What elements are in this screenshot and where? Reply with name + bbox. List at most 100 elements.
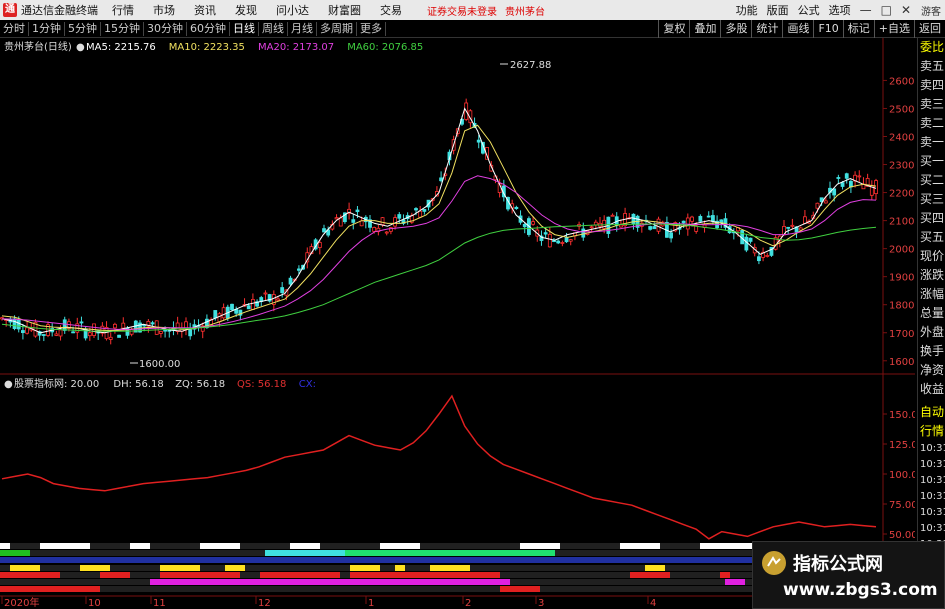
y-tick-label: 2500 bbox=[889, 104, 914, 115]
period-monthly[interactable]: 月线 bbox=[288, 21, 317, 36]
side-item[interactable]: 换手 bbox=[918, 342, 945, 361]
maximize-icon[interactable]: □ bbox=[881, 3, 892, 17]
signal-strip-segment bbox=[0, 586, 100, 592]
period-weekly[interactable]: 周线 bbox=[259, 21, 288, 36]
menu-item-options[interactable]: 选项 bbox=[829, 2, 851, 18]
period-daily[interactable]: 日线 bbox=[230, 21, 259, 36]
ma-settings-icon[interactable]: ● bbox=[76, 42, 85, 53]
side-bottom-item[interactable]: 自动 bbox=[918, 403, 945, 422]
sub-param: QS: 56.18 bbox=[237, 379, 286, 390]
signal-strip-segment bbox=[500, 586, 540, 592]
side-item[interactable]: 外盘 bbox=[918, 323, 945, 342]
menu-item-layout[interactable]: 版面 bbox=[767, 2, 789, 18]
candle-body bbox=[150, 322, 155, 325]
candle-body bbox=[322, 228, 326, 233]
signal-strip-segment bbox=[150, 579, 510, 585]
x-tick-label: 1 bbox=[368, 598, 374, 609]
side-item[interactable]: 涨幅 bbox=[918, 285, 945, 304]
side-item[interactable]: 净资 bbox=[918, 361, 945, 380]
candle-body bbox=[832, 188, 837, 196]
candle-body bbox=[619, 224, 623, 228]
menu-item-discover[interactable]: 发现 bbox=[235, 2, 257, 18]
candle-body bbox=[297, 268, 301, 271]
side-item[interactable]: 现价 bbox=[918, 247, 945, 266]
side-item[interactable]: 买五 bbox=[918, 228, 945, 247]
tool-overlay[interactable]: 叠加 bbox=[689, 20, 720, 38]
period-tick[interactable]: 分时 bbox=[0, 21, 29, 36]
period-60min[interactable]: 60分钟 bbox=[187, 21, 230, 36]
signal-strip-segment bbox=[160, 565, 200, 571]
side-item[interactable]: 买二 bbox=[918, 171, 945, 190]
signal-strip-segment bbox=[380, 543, 420, 549]
indicator-settings-icon[interactable]: ● bbox=[4, 379, 13, 390]
period-multi[interactable]: 多周期 bbox=[317, 21, 357, 36]
minimize-icon[interactable]: — bbox=[860, 3, 872, 17]
tool-multi-stock[interactable]: 多股 bbox=[720, 20, 751, 38]
menu-item-ask[interactable]: 问小达 bbox=[276, 2, 309, 18]
side-item[interactable]: 卖二 bbox=[918, 114, 945, 133]
tool-back[interactable]: 返回 bbox=[914, 20, 945, 38]
candle-body bbox=[334, 217, 339, 220]
side-item[interactable]: 卖三 bbox=[918, 95, 945, 114]
period-15min[interactable]: 15分钟 bbox=[101, 21, 144, 36]
menu-item-formula[interactable]: 公式 bbox=[798, 2, 820, 18]
candle-body bbox=[62, 319, 67, 331]
candle-body bbox=[589, 226, 594, 229]
side-bottom-item[interactable]: 行情 bbox=[918, 422, 945, 441]
candle-body bbox=[280, 287, 285, 294]
tool-adjust[interactable]: 复权 bbox=[658, 20, 689, 38]
guest-label[interactable]: 游客 bbox=[921, 3, 941, 18]
period-5min[interactable]: 5分钟 bbox=[65, 21, 101, 36]
tool-mark[interactable]: 标记 bbox=[842, 20, 874, 38]
period-1min[interactable]: 1分钟 bbox=[29, 21, 65, 36]
side-item[interactable]: 买三 bbox=[918, 190, 945, 209]
signal-strip-segment bbox=[0, 550, 30, 556]
side-item[interactable]: 买四 bbox=[918, 209, 945, 228]
y-tick-label: 2300 bbox=[889, 161, 914, 172]
signal-strip-segment bbox=[720, 572, 730, 578]
candle-body bbox=[21, 330, 25, 334]
y-tick-label: 2000 bbox=[889, 245, 914, 256]
ma-line-ma5 bbox=[1, 107, 877, 334]
chart-area[interactable]: 贵州茅台(日线) ● MA5: 2215.76 MA10: 2223.35 MA20… bbox=[0, 38, 915, 609]
menu-item-market[interactable]: 市场 bbox=[153, 2, 175, 18]
candle-body bbox=[25, 327, 29, 334]
candle-body bbox=[719, 219, 724, 224]
candle-body bbox=[217, 313, 222, 323]
candle-body bbox=[58, 329, 63, 337]
period-30min[interactable]: 30分钟 bbox=[144, 21, 187, 36]
side-item[interactable]: 卖四 bbox=[918, 76, 945, 95]
candle-body bbox=[355, 209, 360, 213]
signal-strip-bg bbox=[0, 586, 876, 592]
side-item[interactable]: 卖一 bbox=[918, 133, 945, 152]
side-item[interactable]: 涨跌 bbox=[918, 266, 945, 285]
login-status[interactable]: 证券交易未登录 bbox=[427, 3, 497, 18]
tool-f10[interactable]: F10 bbox=[813, 20, 842, 38]
tool-draw[interactable]: 画线 bbox=[782, 20, 813, 38]
right-menu: 功能 版面 公式 选项 — □ ✕ 游客 bbox=[727, 0, 941, 20]
tool-add-watchlist[interactable]: +自选 bbox=[873, 20, 914, 38]
candle-body bbox=[380, 217, 385, 226]
menu-item-wealth[interactable]: 财富圈 bbox=[328, 2, 361, 18]
menu-item-news[interactable]: 资讯 bbox=[194, 2, 216, 18]
y-tick-label: 1800 bbox=[889, 301, 914, 312]
candle-body bbox=[757, 256, 761, 262]
candle-body bbox=[439, 177, 443, 182]
menu-item-trade[interactable]: 交易 bbox=[380, 2, 402, 18]
side-item[interactable]: 委比 bbox=[918, 38, 945, 57]
side-item[interactable]: 卖五 bbox=[918, 57, 945, 76]
side-item[interactable]: 收益 bbox=[918, 380, 945, 399]
side-item[interactable]: 买一 bbox=[918, 152, 945, 171]
side-item[interactable]: 总量 bbox=[918, 304, 945, 323]
sub-params: : 20.00 DH: 56.18 ZQ: 56.18 QS: 56.18 CX: bbox=[64, 379, 316, 390]
close-icon[interactable]: ✕ bbox=[901, 3, 911, 17]
candle-body bbox=[41, 334, 46, 336]
tool-statistics[interactable]: 统计 bbox=[751, 20, 782, 38]
period-more[interactable]: 更多 bbox=[357, 21, 386, 36]
menu-item-quotes[interactable]: 行情 bbox=[112, 2, 134, 18]
menu-item-functions[interactable]: 功能 bbox=[736, 2, 758, 18]
x-tick-label: 3 bbox=[538, 598, 544, 609]
signal-strip-segment bbox=[645, 565, 665, 571]
menu-bar: 通 通达信金融终端 行情 市场 资讯 发现 问小达 财富圈 交易 证券交易未登录… bbox=[0, 0, 945, 20]
side-time: 10:31 bbox=[920, 443, 945, 454]
